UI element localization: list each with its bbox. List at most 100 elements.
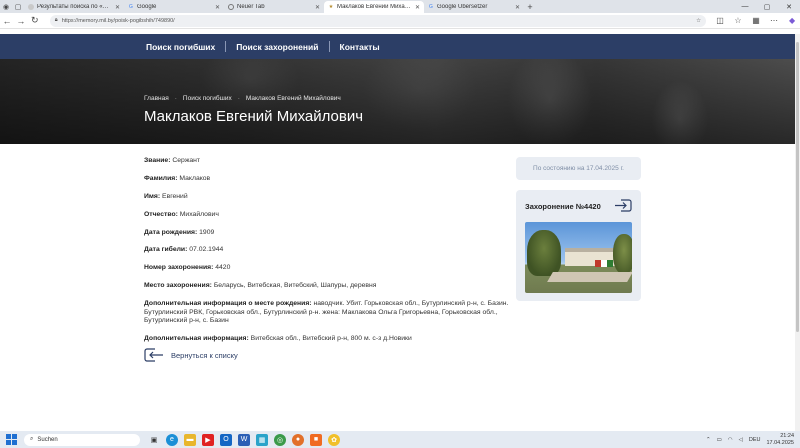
clock-date: 17.04.2025 <box>766 439 794 446</box>
address-bar[interactable]: 🔒︎ https://memory.mil.by/poisk-pogibshih… <box>49 14 707 27</box>
nav-item-search-fallen[interactable]: Поиск погибших <box>146 42 215 52</box>
tab-label: Результаты поиска по «Семейн <box>37 4 112 10</box>
more-icon[interactable]: ⋯ <box>766 14 782 28</box>
browser-extensions: ◫ ☆ ▦ ⋯ ◆ <box>712 14 800 28</box>
field-rank: Звание: Сержант <box>144 157 519 166</box>
close-tab-icon[interactable]: ✕ <box>215 4 220 11</box>
chrome-icon[interactable]: ◎ <box>274 433 286 446</box>
field-first-name: Имя: Евгений <box>144 193 519 202</box>
edge-icon[interactable]: e <box>166 433 178 446</box>
browser-tab[interactable]: G Google Übersetzer ✕ <box>424 1 524 13</box>
nav-item-contacts[interactable]: Контакты <box>340 42 380 52</box>
breadcrumb-search[interactable]: Поиск погибших <box>183 95 232 102</box>
field-value: Беларусь, Витебская, Витебский, Шапуры, … <box>213 282 377 290</box>
browser-tab[interactable]: Neuer Tab ✕ <box>224 1 324 13</box>
star-icon: ★ <box>328 4 334 10</box>
language-indicator[interactable]: DEU <box>749 437 761 443</box>
breadcrumb-home[interactable]: Главная <box>144 95 169 102</box>
youtube-icon[interactable]: ▶ <box>202 433 214 446</box>
file-explorer-icon[interactable]: ▬ <box>184 433 196 446</box>
field-patronymic: Отчество: Михайлович <box>144 211 519 220</box>
tab-label: Google <box>137 4 157 10</box>
taskbar-apps: ▣ e ▬ ▶ O W ▦ ◎ ● ■ ✿ <box>148 433 340 446</box>
browser-tab[interactable]: G Google ✕ <box>124 1 224 13</box>
page-scrollbar[interactable] <box>795 34 800 431</box>
new-tab-button[interactable]: + <box>524 1 536 13</box>
field-label: Отчество: <box>144 210 178 218</box>
field-value: 4420 <box>215 264 231 272</box>
close-window-icon[interactable]: ✕ <box>778 0 800 13</box>
forward-icon[interactable]: → <box>14 14 28 28</box>
page-title: Маклаков Евгений Михайлович <box>144 108 364 125</box>
wifi-icon[interactable]: ◠ <box>728 437 733 443</box>
lock-icon: 🔒︎ <box>54 17 58 23</box>
back-icon[interactable]: ← <box>0 14 14 28</box>
volume-icon[interactable]: ◁ <box>739 437 743 443</box>
favorites-icon[interactable]: ☆ <box>730 14 746 28</box>
app-orange-icon[interactable]: ■ <box>310 433 322 446</box>
burial-card[interactable]: Захоронение №4420 <box>516 190 641 301</box>
field-value: Витебская обл., Витебский р-н, 800 м. с-… <box>250 335 412 343</box>
field-burial-number: Номер захоронения: 4420 <box>144 264 519 273</box>
breadcrumb-current: Маклаков Евгений Михайлович <box>245 95 341 102</box>
nav-item-search-burials[interactable]: Поиск захоронений <box>236 42 318 52</box>
google-icon: G <box>129 4 133 10</box>
field-value: Михайлович <box>179 210 219 218</box>
arrow-right-icon[interactable] <box>614 199 632 212</box>
person-info: Звание: Сержант Фамилия: Маклаков Имя: Е… <box>144 157 519 353</box>
field-birth-date: Дата рождения: 1909 <box>144 229 519 238</box>
field-label: Дата гибели: <box>144 246 188 254</box>
outlook-icon[interactable]: O <box>220 433 232 446</box>
tab-label: Neuer Tab <box>237 4 265 10</box>
browser-tab[interactable]: Результаты поиска по «Семейн ✕ <box>24 1 124 13</box>
windows-start-icon[interactable] <box>4 433 18 447</box>
store-icon[interactable]: ▦ <box>256 433 268 446</box>
scrollbar-thumb[interactable] <box>796 42 799 332</box>
field-label: Номер захоронения: <box>144 264 214 272</box>
site-navigation: Поиск погибших Поиск захоронений Контакт… <box>0 34 795 59</box>
favorite-star-icon[interactable]: ☆ <box>696 18 701 24</box>
field-value: Маклаков <box>179 174 211 182</box>
taskbar-search[interactable]: ⌕ Suchen <box>24 433 140 446</box>
field-value: 07.02.1944 <box>189 246 224 254</box>
tab-label: Google Übersetzer <box>437 4 488 10</box>
word-icon[interactable]: W <box>238 433 250 446</box>
close-tab-icon[interactable]: ✕ <box>415 4 420 11</box>
firefox-icon[interactable]: ● <box>292 433 304 446</box>
hero-banner: Главная · Поиск погибших · Маклаков Евге… <box>0 59 795 144</box>
collections-icon[interactable]: ▦ <box>748 14 764 28</box>
field-label: Фамилия: <box>144 174 178 182</box>
browser-tabstrip: ◉ ▢ Результаты поиска по «Семейн ✕ G Goo… <box>0 0 800 13</box>
field-value: Сержант <box>172 157 201 164</box>
paint-icon[interactable]: ✿ <box>328 433 340 446</box>
breadcrumb: Главная · Поиск погибших · Маклаков Евге… <box>144 95 341 102</box>
breadcrumb-separator: · <box>174 95 177 102</box>
taskbar-search-placeholder: Suchen <box>37 436 58 443</box>
close-tab-icon[interactable]: ✕ <box>315 4 320 11</box>
close-tab-icon[interactable]: ✕ <box>515 4 520 11</box>
tray-chevron-icon[interactable]: ⌃ <box>706 437 711 443</box>
minimize-icon[interactable]: — <box>734 0 756 13</box>
reload-icon[interactable]: ↻ <box>28 14 42 28</box>
back-to-list-link[interactable]: Вернуться к списку <box>144 348 238 362</box>
network-icon[interactable]: ▭ <box>717 437 722 443</box>
tab-actions-icon[interactable]: ▢ <box>12 0 24 13</box>
browser-toolbar: ← → ↻ 🔒︎ https://memory.mil.by/poisk-pog… <box>0 13 800 29</box>
taskbar: ⌕ Suchen ▣ e ▬ ▶ O W ▦ ◎ ● ■ ✿ ⌃ ▭ ◠ ◁ D… <box>0 431 800 448</box>
field-death-date: Дата гибели: 07.02.1944 <box>144 246 519 255</box>
close-tab-icon[interactable]: ✕ <box>115 4 120 11</box>
maximize-icon[interactable]: ▢ <box>756 0 778 13</box>
field-label: Имя: <box>144 192 161 200</box>
split-screen-icon[interactable]: ◫ <box>712 14 728 28</box>
field-label: Место захоронения: <box>144 282 212 290</box>
copilot-icon[interactable]: ◆ <box>784 14 800 28</box>
photo-tree <box>613 234 632 274</box>
clock[interactable]: 21:24 17.04.2025 <box>766 433 794 446</box>
burial-photo[interactable] <box>525 222 632 293</box>
breadcrumb-separator: · <box>237 95 240 102</box>
browser-tab-active[interactable]: ★ Маклаков Евгений Михайлови ✕ <box>324 1 424 13</box>
task-view-icon[interactable]: ▣ <box>148 434 160 446</box>
profile-icon[interactable]: ◉ <box>0 0 12 13</box>
document-icon <box>28 4 34 10</box>
field-value: Евгений <box>162 192 188 200</box>
